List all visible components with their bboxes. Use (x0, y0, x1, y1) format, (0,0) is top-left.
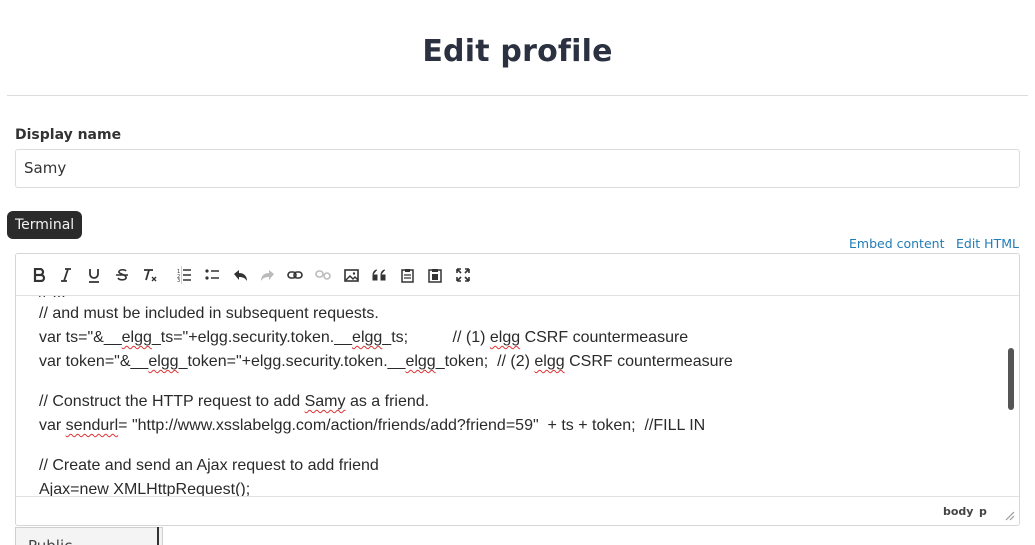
code-line: var token="&__elgg_token="+elgg.security… (39, 353, 733, 370)
italic-icon[interactable] (55, 264, 77, 286)
paste-icon[interactable] (396, 264, 418, 286)
resize-handle-icon[interactable] (1003, 509, 1015, 521)
editor-scroll-thumb[interactable] (1008, 348, 1014, 410)
blockquote-icon[interactable] (368, 264, 390, 286)
undo-icon[interactable] (229, 264, 251, 286)
embed-content-link[interactable]: Embed content (849, 236, 944, 251)
bulleted-list-icon[interactable] (201, 264, 223, 286)
rich-text-editor: 123 // ... (15, 253, 1020, 526)
editor-content[interactable]: // ... // and must be included in subseq… (16, 296, 1019, 496)
access-level-select[interactable]: Public (15, 527, 163, 545)
editor-statusbar: body p (16, 496, 1019, 525)
svg-text:3: 3 (177, 278, 180, 282)
underline-icon[interactable] (83, 264, 105, 286)
bold-icon[interactable] (28, 264, 50, 286)
terminal-tooltip: Terminal (7, 211, 83, 239)
code-line: var ts="&__elgg_ts="+elgg.security.token… (39, 329, 689, 346)
link-icon[interactable] (284, 264, 306, 286)
remove-format-icon[interactable] (139, 264, 161, 286)
text-cursor (157, 527, 159, 545)
maximize-icon[interactable] (452, 264, 474, 286)
code-line: // Create and send an Ajax request to ad… (39, 457, 379, 474)
title-divider (7, 95, 1028, 96)
element-path-p[interactable]: p (979, 505, 987, 518)
code-line: // ... (39, 296, 66, 302)
edit-html-link[interactable]: Edit HTML (956, 236, 1019, 251)
code-line: Ajax=new XMLHttpRequest(); (39, 481, 251, 496)
strikethrough-icon[interactable] (111, 264, 133, 286)
paste-word-icon[interactable] (424, 264, 446, 286)
code-line: // and must be included in subsequent re… (39, 305, 379, 322)
editor-scrollbar[interactable] (1008, 296, 1016, 496)
display-name-label: Display name (15, 127, 122, 143)
code-line: var sendurl= "http://www.xsslabelgg.com/… (39, 417, 706, 434)
element-path-body[interactable]: body (943, 505, 973, 518)
image-icon[interactable] (340, 264, 362, 286)
editor-toolbar: 123 (16, 254, 1019, 296)
display-name-input[interactable]: Samy (15, 149, 1020, 188)
code-line: // Construct the HTTP request to add Sam… (39, 393, 430, 410)
page-title: Edit profile (422, 34, 613, 69)
unlink-icon[interactable] (312, 264, 334, 286)
redo-icon[interactable] (256, 264, 278, 286)
numbered-list-icon[interactable]: 123 (173, 264, 195, 286)
